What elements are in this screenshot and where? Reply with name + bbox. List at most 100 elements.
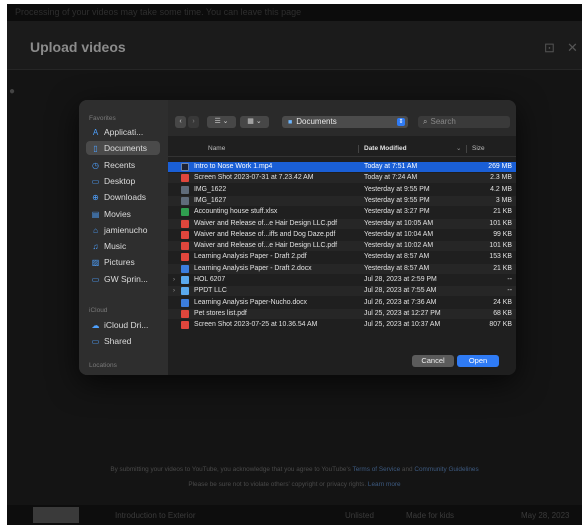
file-name: Learning Analysis Paper-Nucho.docx bbox=[194, 298, 307, 306]
file-name: IMG_1627 bbox=[194, 196, 227, 204]
file-name: Waiver and Release of...e Hair Design LL… bbox=[194, 219, 337, 227]
finder-toolbar: ‹ › ☰ ⌄ ▦ ⌄ ■ Documents ⇕ ⌕ Search bbox=[168, 100, 516, 136]
sidebar-item-documents[interactable]: ▯ Documents bbox=[86, 141, 160, 156]
file-row[interactable]: IMG_1622 Yesterday at 9:55 PM 4.2 MB bbox=[168, 185, 516, 195]
pdf-file-icon bbox=[181, 242, 189, 251]
sidebar-item-network[interactable]: ◎Network bbox=[86, 372, 160, 375]
sidebar-item-label: Movies bbox=[104, 208, 131, 219]
file-row[interactable]: › HOL 6207 Jul 28, 2023 at 2:59 PM -- bbox=[168, 275, 516, 285]
sidebar-item-label: Pictures bbox=[104, 257, 135, 268]
finder-main: ‹ › ☰ ⌄ ▦ ⌄ ■ Documents ⇕ ⌕ Search Name Da… bbox=[168, 100, 516, 375]
file-row[interactable]: Intro to Nose Work 1.mp4 Today at 7:51 AM… bbox=[168, 162, 516, 172]
file-size: 68 KB bbox=[493, 309, 512, 317]
file-row[interactable]: Screen Shot 2023-07-31 at 7.23.42 AM Toda… bbox=[168, 173, 516, 184]
sidebar-item-pictures[interactable]: ▨ Pictures bbox=[86, 255, 160, 269]
finder-sidebar: Favorites A Applicati... ▯ Documents ◷ Recent… bbox=[79, 100, 168, 375]
sidebar-item-desktop[interactable]: ▭ Desktop bbox=[86, 174, 160, 188]
list-view-icon: ☰ ⌄ bbox=[214, 118, 229, 125]
file-size: 99 KB bbox=[493, 230, 512, 238]
sidebar-item-label: Desktop bbox=[104, 175, 136, 186]
recents-icon: ◷ bbox=[92, 160, 99, 170]
file-row[interactable]: › PPDT LLC Jul 28, 2023 at 7:55 AM -- bbox=[168, 286, 516, 297]
file-row[interactable]: Waiver and Release of...iffs and Dog Daz… bbox=[168, 230, 516, 240]
file-date: Jul 25, 2023 at 12:27 PM bbox=[364, 309, 441, 317]
sidebar-item-label: Applicati... bbox=[104, 127, 144, 137]
file-date: Jul 28, 2023 at 7:55 AM bbox=[364, 287, 437, 295]
sidebar-item-label: Recents bbox=[104, 159, 136, 170]
community-guidelines-link[interactable]: Community Guidelines bbox=[414, 466, 478, 473]
disclosure-chevron-icon[interactable]: › bbox=[173, 286, 175, 296]
sort-chevron-icon: ⌄ bbox=[456, 145, 462, 152]
sidebar-item-label: Music bbox=[104, 241, 127, 252]
sidebar-item-label: iCloud Dri... bbox=[104, 320, 149, 330]
sidebar-item-shared-folder[interactable]: ▭ Shared bbox=[86, 334, 160, 348]
home-icon: ⌂ bbox=[93, 225, 98, 235]
upload-dialog-header: Upload videos ⊡ ✕ bbox=[7, 21, 582, 70]
folder-file-icon bbox=[181, 276, 189, 284]
file-name: HOL 6207 bbox=[194, 276, 226, 283]
docx-file-icon bbox=[181, 298, 189, 307]
cloud-icon: ☁ bbox=[91, 321, 100, 330]
forward-button[interactable]: › bbox=[188, 116, 199, 128]
network-icon: ◎ bbox=[90, 373, 101, 375]
file-row[interactable]: IMG_1627 Yesterday at 9:55 PM 3 MB bbox=[168, 195, 516, 206]
folder-icon: ▭ bbox=[91, 274, 100, 284]
sidebar-item-folder[interactable]: ▭ GW Sprin... bbox=[86, 272, 160, 286]
location-dropdown[interactable]: ■ Documents ⇕ bbox=[282, 116, 408, 128]
file-open-dialog: Favorites A Applicati... ▯ Documents ◷ Recent… bbox=[79, 100, 516, 375]
file-row[interactable]: Accounting house stuff.xlsx Yesterday at … bbox=[168, 207, 516, 217]
sidebar-item-label: Downloads bbox=[104, 192, 147, 203]
name-column-header[interactable]: Name bbox=[208, 142, 225, 156]
size-column-header[interactable]: Size bbox=[472, 142, 485, 156]
search-icon: ⌕ bbox=[423, 117, 428, 126]
file-date: Yesterday at 9:55 PM bbox=[364, 185, 430, 193]
sidebar-item-recents[interactable]: ◷ Recents bbox=[86, 158, 160, 172]
file-row[interactable]: Waiver and Release of...e Hair Design LL… bbox=[168, 218, 516, 229]
sidebar-item-downloads[interactable]: ⊕ Downloads bbox=[86, 190, 160, 204]
file-size: 269 MB bbox=[488, 163, 512, 170]
applications-icon: A bbox=[92, 128, 99, 137]
feedback-icon[interactable]: ⊡ bbox=[544, 40, 555, 56]
sidebar-item-cloud[interactable]: ☁ iCloud Dri... bbox=[86, 318, 160, 332]
grid-view-button[interactable]: ▦ ⌄ bbox=[240, 116, 269, 128]
file-row[interactable]: Learning Analysis Paper - Draft 2.pdf Yes… bbox=[168, 252, 516, 262]
grid-view-icon: ▦ ⌄ bbox=[247, 118, 262, 125]
open-button[interactable]: Open bbox=[457, 355, 499, 367]
sidebar-item-home[interactable]: ⌂ jamienucho bbox=[86, 223, 160, 237]
file-date: Today at 7:24 AM bbox=[364, 174, 418, 182]
img-file-icon bbox=[181, 196, 189, 205]
file-date: Yesterday at 8:57 AM bbox=[364, 253, 430, 261]
shared-folder-icon: ▭ bbox=[91, 337, 100, 346]
sidebar-item-applications[interactable]: A Applicati... bbox=[86, 125, 160, 139]
close-icon[interactable]: ✕ bbox=[567, 40, 578, 56]
file-row[interactable]: Waiver and Release of...e Hair Design LL… bbox=[168, 241, 516, 252]
terms-text: By submitting your videos to YouTube, yo… bbox=[110, 466, 351, 473]
file-name: PPDT LLC bbox=[194, 287, 227, 295]
folder-file-icon bbox=[181, 287, 189, 296]
folder-icon: ■ bbox=[288, 119, 293, 126]
movies-icon: ▤ bbox=[91, 209, 100, 219]
terms-of-service-link[interactable]: Terms of Service bbox=[353, 466, 401, 473]
file-name: Pet stores list.pdf bbox=[194, 309, 247, 317]
file-size: 4.2 MB bbox=[490, 185, 512, 193]
file-name: Waiver and Release of...e Hair Design LL… bbox=[194, 242, 337, 250]
background-video-visibility: Unlisted bbox=[345, 511, 374, 520]
search-field[interactable]: ⌕ Search bbox=[418, 116, 510, 128]
learn-more-link[interactable]: Learn more bbox=[368, 481, 401, 488]
file-row[interactable]: Pet stores list.pdf Jul 25, 2023 at 12:27… bbox=[168, 308, 516, 319]
file-date: Today at 7:51 AM bbox=[364, 163, 418, 170]
back-icon: ‹ bbox=[179, 118, 182, 125]
background-video-audience: Made for kids bbox=[406, 511, 455, 520]
cancel-button[interactable]: Cancel bbox=[412, 355, 454, 367]
updown-arrows-icon: ⇕ bbox=[397, 118, 405, 126]
disclosure-chevron-icon[interactable]: › bbox=[173, 275, 175, 285]
list-view-button[interactable]: ☰ ⌄ bbox=[207, 116, 236, 128]
sidebar-item-music[interactable]: ♫ Music bbox=[86, 239, 160, 253]
file-row[interactable]: Screen Shot 2023-07-25 at 10.36.54 AM Jul… bbox=[168, 320, 516, 330]
back-button[interactable]: ‹ bbox=[175, 116, 186, 128]
file-row[interactable]: Learning Analysis Paper-Nucho.docx Jul 26… bbox=[168, 298, 516, 308]
sidebar-item-movies[interactable]: ▤ Movies bbox=[86, 207, 160, 221]
date-column-header[interactable]: Date Modified bbox=[364, 142, 407, 156]
pdf-file-icon bbox=[181, 309, 189, 318]
file-row[interactable]: Learning Analysis Paper - Draft 2.docx Ye… bbox=[168, 263, 516, 274]
